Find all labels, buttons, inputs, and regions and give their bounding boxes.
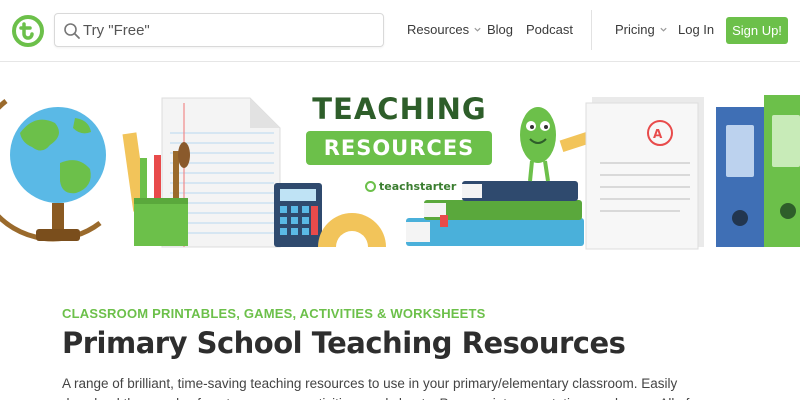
nav-resources[interactable]: Resources bbox=[407, 22, 482, 37]
nav-pricing-label: Pricing bbox=[615, 22, 655, 37]
nav-pricing[interactable]: Pricing bbox=[615, 22, 668, 37]
search-box[interactable] bbox=[54, 13, 384, 47]
page-title: Primary School Teaching Resources bbox=[62, 326, 626, 360]
nav-blog[interactable]: Blog bbox=[487, 22, 513, 37]
chevron-down-icon bbox=[660, 27, 667, 32]
protractor-icon bbox=[318, 213, 386, 247]
logo-icon bbox=[365, 181, 376, 192]
nav-login-label: Log In bbox=[678, 22, 715, 37]
banner-title: TEACHING bbox=[312, 92, 487, 126]
hero-banner: A TEACHING RESOURCES teachstarter bbox=[0, 63, 800, 255]
nav-blog-label: Blog bbox=[487, 22, 514, 37]
section-eyebrow: CLASSROOM PRINTABLES, GAMES, ACTIVITIES … bbox=[62, 306, 486, 321]
nav-divider bbox=[591, 10, 592, 50]
nav-podcast-label: Podcast bbox=[526, 22, 573, 37]
search-input[interactable] bbox=[83, 14, 379, 46]
search-icon bbox=[64, 23, 80, 39]
site-header: Resources Blog Podcast Pricing Log In Si… bbox=[0, 0, 800, 62]
globe-icon bbox=[0, 99, 106, 242]
signup-button[interactable]: Sign Up! bbox=[726, 17, 788, 44]
page-description: A range of brilliant, time-saving teachi… bbox=[62, 376, 689, 400]
paper-icon: A bbox=[585, 97, 704, 250]
nav-podcast[interactable]: Podcast bbox=[526, 22, 573, 37]
chevron-down-icon bbox=[474, 27, 481, 32]
nav-login[interactable]: Log In bbox=[678, 22, 714, 37]
calculator-icon bbox=[274, 183, 322, 247]
svg-text:A: A bbox=[653, 127, 663, 141]
banner-brand-label: teachstarter bbox=[379, 180, 457, 193]
logo-icon[interactable] bbox=[12, 15, 44, 47]
nav-resources-label: Resources bbox=[407, 22, 470, 37]
banner-subtitle: RESOURCES bbox=[306, 131, 492, 165]
binder-icon bbox=[716, 95, 800, 247]
signup-label: Sign Up! bbox=[732, 23, 782, 38]
banner-brand: teachstarter bbox=[365, 180, 456, 193]
